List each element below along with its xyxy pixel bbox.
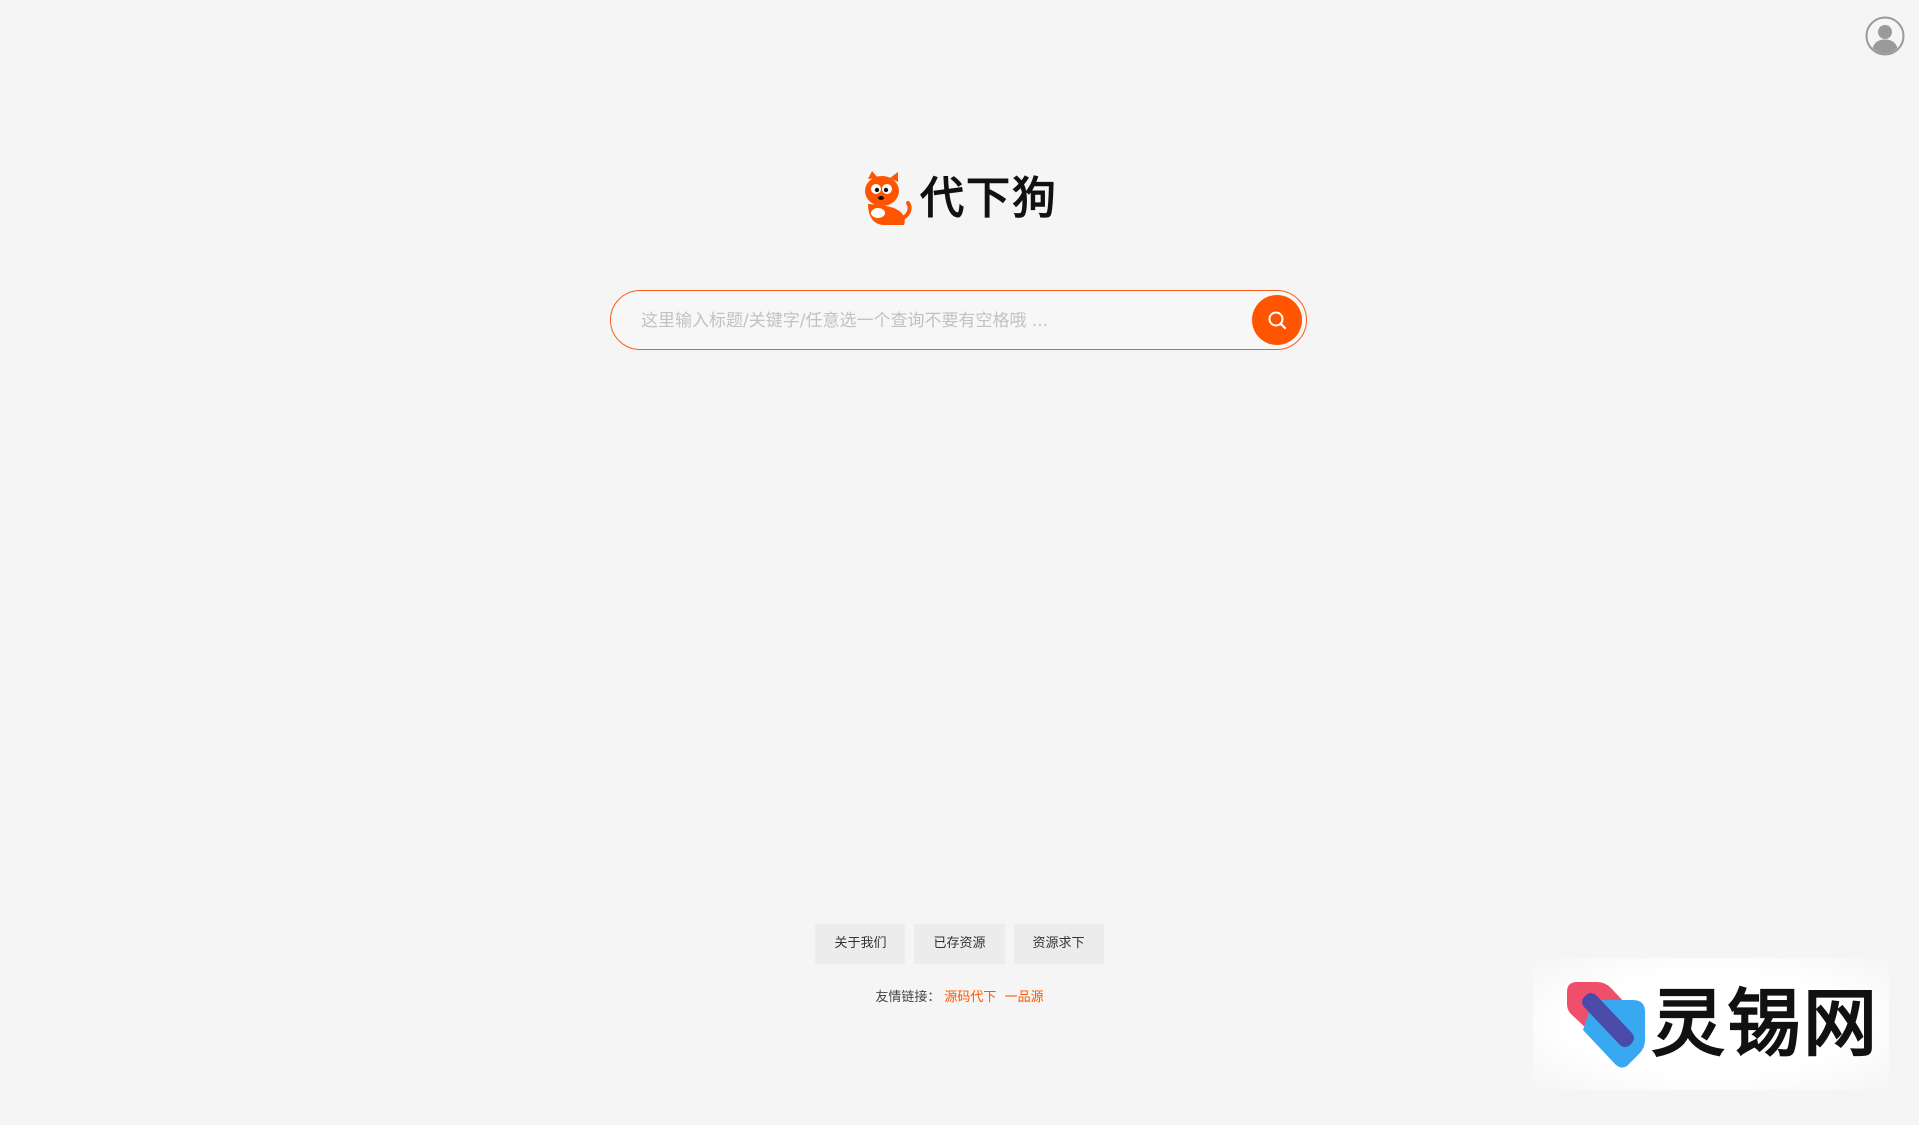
friend-link-yipinyuan[interactable]: 一品源 [1005,990,1044,1005]
resource-request-button[interactable]: 资源求下 [1013,924,1104,964]
top-bar [0,0,1919,70]
search-button[interactable] [1252,295,1302,345]
search-icon [1268,311,1287,330]
site-logo-text: 代下狗 [920,173,1058,224]
friend-link-source-code[interactable]: 源码代下 [944,990,996,1005]
watermark-text: 灵锡网 [1651,981,1879,1067]
search-bar [610,290,1307,350]
friend-links-label: 友情链接： [875,990,941,1005]
saved-resources-button[interactable]: 已存资源 [914,924,1005,964]
site-logo[interactable]: 代下狗 [860,168,1058,230]
about-us-button[interactable]: 关于我们 [815,924,906,964]
search-input[interactable] [639,291,1233,350]
watermark-logo-icon [1567,982,1645,1068]
user-avatar-icon[interactable] [1865,16,1905,56]
dog-mascot-icon [865,171,912,225]
watermark: 灵锡网 [1533,958,1889,1090]
page: 代下狗 关于我们 已存资源 资源求下 友情链接：源码代下 一品源 灵锡网 [0,0,1919,1125]
